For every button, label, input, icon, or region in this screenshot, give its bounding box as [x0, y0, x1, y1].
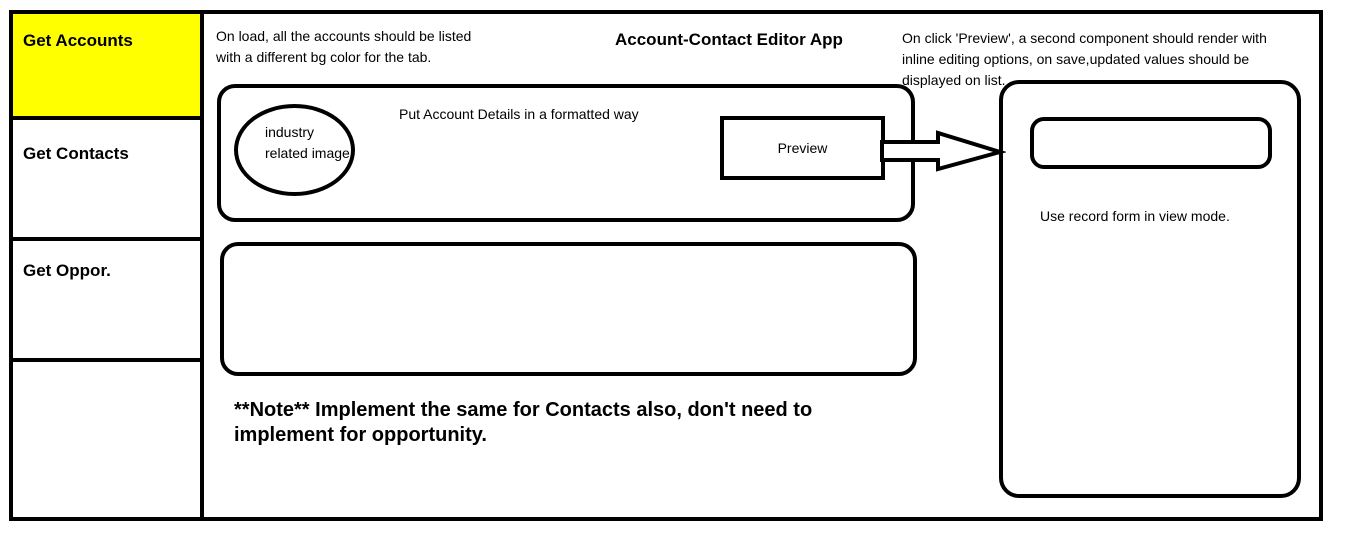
tab-get-accounts[interactable]: Get Accounts — [13, 14, 200, 120]
account-details-label: Put Account Details in a formatted way — [399, 106, 639, 122]
tab-get-opportunities[interactable]: Get Oppor. — [13, 241, 200, 362]
tab-label: Get Contacts — [23, 144, 129, 163]
industry-image-placeholder: industry related image — [234, 104, 355, 196]
implementation-note: **Note** Implement the same for Contacts… — [234, 399, 813, 446]
record-form-caption: Use record form in view mode. — [1040, 208, 1230, 224]
arrow-right-icon — [880, 130, 1006, 172]
account-list-card — [220, 242, 917, 376]
tab-label: Get Oppor. — [23, 261, 111, 280]
preview-button[interactable]: Preview — [720, 116, 885, 180]
tab-get-contacts[interactable]: Get Contacts — [13, 120, 200, 241]
record-header-placeholder — [1030, 117, 1272, 169]
page-title: Account-Contact Editor App — [615, 30, 843, 49]
image-label: industry related image — [265, 124, 350, 161]
tab-label: Get Accounts — [23, 31, 133, 50]
onload-note: On load, all the accounts should be list… — [216, 28, 472, 65]
preview-button-label: Preview — [777, 140, 828, 156]
